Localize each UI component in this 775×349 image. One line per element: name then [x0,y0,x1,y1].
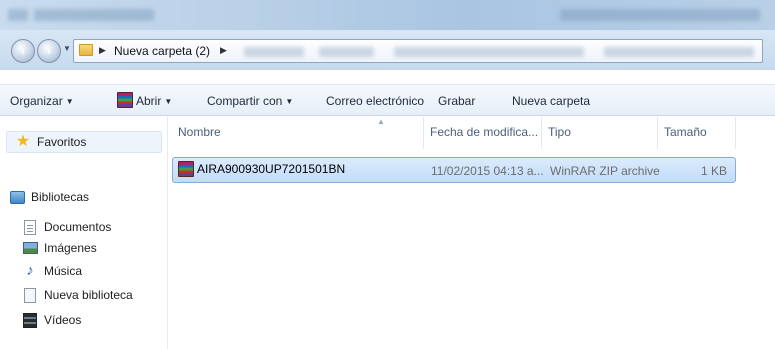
chevron-down-icon: ▼ [65,97,74,106]
breadcrumb-separator-icon[interactable]: ▶ [99,45,106,56]
breadcrumb-folder[interactable]: Nueva carpeta (2) [114,44,210,58]
blurred-search [604,47,754,57]
blurred-breadcrumb [319,47,374,57]
file-row[interactable]: AIRA900930UP7201501BN 11/02/2015 04:13 a… [172,157,736,183]
sidebar-item-label: Bibliotecas [31,190,90,204]
recent-pages-dropdown-icon[interactable]: ▼ [63,44,71,53]
file-name: AIRA900930UP7201501BN [197,162,346,176]
sidebar-item-documents[interactable]: Documentos [22,216,111,238]
sidebar-item-music[interactable]: ♪ Música [22,260,82,282]
email-button[interactable]: Correo electrónico [326,94,424,108]
sidebar-item-label: Documentos [44,220,112,234]
sidebar-item-images[interactable]: Imágenes [22,237,97,259]
folder-icon [79,44,93,56]
video-icon-wrap [22,312,38,328]
share-menu[interactable]: Compartir con ▼ [207,94,293,108]
video-icon [23,312,37,328]
blurred-window-icon [8,9,28,21]
document-icon-wrap [22,219,38,235]
document-icon [24,219,36,235]
libraries-icon [9,190,25,204]
breadcrumb-separator-icon[interactable]: ▶ [220,45,227,56]
music-icon: ♪ [26,262,34,279]
file-date: 11/02/2015 04:13 a... [431,164,544,178]
organize-label: Organizar [10,94,63,108]
column-header-name[interactable]: Nombre [172,117,424,149]
column-header-type[interactable]: Tipo [542,117,658,149]
back-button[interactable]: ‹ [11,39,35,63]
file-size: 1 KB [700,164,727,178]
command-toolbar: Organizar ▼ Abrir ▼ Compartir con ▼ Correo … [0,84,775,116]
column-header-row: ▲ Nombre Fecha de modifica... Tipo Tamañ… [172,117,775,149]
sidebar-item-label: Favoritos [37,135,87,149]
sidebar-item-label: Imágenes [44,241,97,255]
blurred-breadcrumb [394,47,584,57]
sidebar-item-label: Vídeos [44,313,82,327]
column-header-date[interactable]: Fecha de modifica... [424,117,542,149]
sidebar-item-label: Música [44,264,83,278]
blurred-title [560,9,760,21]
winrar-icon [178,161,194,177]
file-name-cell: AIRA900930UP7201501BN [178,161,345,177]
chevron-down-icon: ▼ [164,97,173,106]
blurred-quick-access [34,9,154,21]
forward-button[interactable]: › [37,39,61,63]
winrar-icon [117,92,133,108]
file-type: WinRAR ZIP archive [550,164,660,178]
image-icon [22,242,38,254]
sidebar-item-videos[interactable]: Vídeos [22,309,81,331]
open-label: Abrir [136,94,162,108]
library-icon [24,287,36,303]
chevron-down-icon: ▼ [285,97,294,106]
sidebar-item-new-library[interactable]: Nueva biblioteca [22,284,133,306]
star-icon: ★ [15,133,31,150]
image-icon-wrap [22,240,38,256]
window-titlebar [0,0,775,30]
sidebar-item-favorites[interactable]: ★ Favoritos [6,131,162,153]
navigation-bar: ‹ › ▼ ▶ Nueva carpeta (2) ▶ [0,30,775,70]
library-icon-wrap [22,287,38,303]
open-button[interactable]: Abrir ▼ [136,94,172,108]
navigation-pane: ★ Favoritos Bibliotecas Documentos Imáge… [0,117,168,349]
column-header-size[interactable]: Tamaño [658,117,736,149]
sidebar-item-libraries[interactable]: Bibliotecas [9,186,89,208]
burn-button[interactable]: Grabar [438,94,475,108]
new-folder-button[interactable]: Nueva carpeta [512,94,590,108]
blurred-breadcrumb [244,47,304,57]
library-icon-wrap [9,189,25,205]
sidebar-item-label: Nueva biblioteca [44,288,133,302]
share-label: Compartir con [207,94,283,108]
address-bar[interactable]: ▶ Nueva carpeta (2) ▶ [73,39,763,63]
organize-menu[interactable]: Organizar ▼ [10,94,74,108]
